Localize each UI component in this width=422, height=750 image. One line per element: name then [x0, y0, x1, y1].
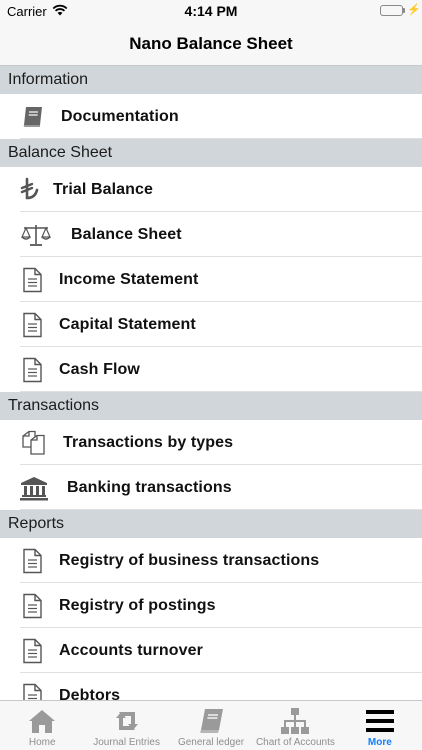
tab-label: General ledger	[177, 737, 245, 748]
tab-label: More	[367, 737, 392, 748]
tab-chart-of-accounts[interactable]: Chart of Accounts	[253, 701, 337, 750]
menu-item-label: Income Statement	[59, 271, 199, 288]
copy-icon	[20, 430, 48, 456]
menu-item-label: Trial Balance	[53, 181, 154, 198]
book-icon	[20, 104, 48, 130]
document-icon	[20, 593, 48, 619]
menu-item-label: Accounts turnover	[59, 642, 203, 659]
menu-item-accounts-turnover[interactable]: Accounts turnover	[0, 628, 422, 673]
retweet-icon	[112, 707, 142, 735]
section-header-information: Information	[0, 66, 422, 94]
charging-bolt-icon: ⚡	[407, 4, 421, 16]
sitemap-icon	[280, 707, 310, 735]
tab-label: Journal Entries	[93, 737, 160, 748]
document-icon	[20, 548, 48, 574]
home-icon	[27, 707, 57, 735]
section-header-reports: Reports	[0, 510, 422, 538]
menu-item-capital-statement[interactable]: Capital Statement	[0, 302, 422, 347]
tab-journal-entries[interactable]: Journal Entries	[84, 701, 168, 750]
menu-item-label: Balance Sheet	[71, 226, 182, 243]
document-icon	[20, 357, 48, 383]
menu-item-label: Cash Flow	[59, 361, 140, 378]
document-icon	[20, 312, 48, 338]
section-header-balance-sheet: Balance Sheet	[0, 139, 422, 167]
page-title: Nano Balance Sheet	[129, 34, 293, 53]
tab-bar: Home Journal Entries General ledger Char…	[0, 700, 422, 750]
status-bar: Carrier 4:14 PM ⚡	[0, 0, 422, 22]
menu-item-banking-transactions[interactable]: Banking transactions	[0, 465, 422, 510]
menu-item-registry-of-postings[interactable]: Registry of postings	[0, 583, 422, 628]
menu-list[interactable]: Information Documentation Balance Sheet …	[0, 66, 422, 700]
menu-item-balance-sheet[interactable]: Balance Sheet	[0, 212, 422, 257]
tab-label: Chart of Accounts	[255, 737, 335, 748]
battery-icon: ⚡	[380, 4, 421, 17]
book-icon	[196, 707, 226, 735]
lira-icon	[18, 177, 46, 203]
menu-item-label: Transactions by types	[63, 434, 234, 451]
menu-icon	[365, 707, 395, 735]
tab-label: Home	[28, 737, 56, 748]
document-icon	[20, 638, 48, 664]
menu-item-income-statement[interactable]: Income Statement	[0, 257, 422, 302]
menu-item-documentation[interactable]: Documentation	[0, 94, 422, 139]
menu-item-label: Registry of business transactions	[59, 552, 320, 569]
menu-item-trial-balance[interactable]: Trial Balance	[0, 167, 422, 212]
document-icon	[20, 683, 48, 700]
menu-item-transactions-by-types[interactable]: Transactions by types	[0, 420, 422, 465]
menu-item-registry-of-business-transactions[interactable]: Registry of business transactions	[0, 538, 422, 583]
section-header-transactions: Transactions	[0, 392, 422, 420]
clock: 4:14 PM	[184, 3, 238, 19]
menu-item-label: Debtors	[59, 687, 121, 700]
menu-item-label: Documentation	[61, 108, 179, 125]
navigation-bar: Nano Balance Sheet	[0, 22, 422, 66]
tab-home[interactable]: Home	[0, 701, 84, 750]
menu-item-cash-flow[interactable]: Cash Flow	[0, 347, 422, 392]
menu-item-label: Capital Statement	[59, 316, 196, 333]
bank-icon	[20, 475, 48, 501]
tab-general-ledger[interactable]: General ledger	[169, 701, 253, 750]
tab-more[interactable]: More	[338, 701, 422, 750]
menu-item-debtors[interactable]: Debtors	[0, 673, 422, 700]
menu-item-label: Banking transactions	[67, 479, 232, 496]
scales-icon	[20, 222, 52, 248]
document-icon	[20, 267, 48, 293]
menu-item-label: Registry of postings	[59, 597, 216, 614]
